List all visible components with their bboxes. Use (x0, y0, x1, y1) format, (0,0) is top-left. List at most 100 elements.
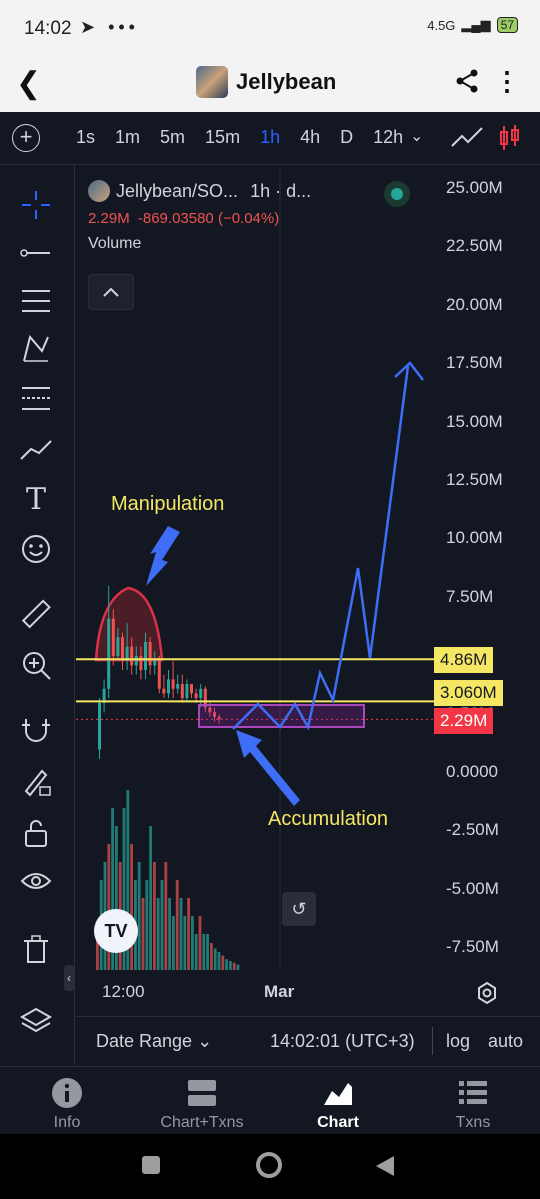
add-indicator-button[interactable]: + (12, 124, 40, 152)
interval-12h[interactable]: 12h (373, 127, 403, 148)
accumulation-arrow (236, 730, 300, 806)
candle-body (176, 684, 180, 689)
zoom-in-icon[interactable] (18, 647, 54, 683)
volume-bar (206, 934, 209, 970)
date-range-button[interactable]: Date Range ⌄ (96, 1031, 212, 1052)
volume-bar (202, 934, 206, 970)
nav-info[interactable]: Info (7, 1077, 127, 1132)
trash-icon[interactable] (18, 931, 54, 967)
recents-icon[interactable] (142, 1156, 160, 1174)
interval-1s[interactable]: 1s (76, 127, 95, 148)
nav-txns-label: Txns (455, 1114, 491, 1131)
drawing-toolbar: T ‹ (0, 165, 75, 1065)
candle-body (116, 637, 120, 656)
app-bar: ❮ Jellybean ⋮ (0, 56, 540, 112)
last-price: 2.29M (88, 210, 130, 227)
market-status-icon (384, 181, 410, 207)
price-tag-support: 3.060M (434, 680, 503, 706)
candle-body (134, 656, 138, 666)
divider (432, 1027, 433, 1055)
interval-D[interactable]: D (340, 127, 353, 148)
notification-icons: ➤ ••• (80, 17, 139, 37)
nav-chart[interactable]: Chart (278, 1077, 398, 1132)
volume-bar (210, 943, 213, 970)
price-tag-last: 2.29M (434, 708, 494, 734)
candle-body (190, 684, 193, 694)
unlock-icon[interactable] (18, 815, 54, 851)
more-menu-icon[interactable]: ⋮ (494, 66, 520, 97)
home-icon[interactable] (256, 1152, 282, 1178)
ruler-icon[interactable] (18, 597, 54, 633)
fib-icon[interactable] (18, 381, 54, 417)
interval-1m[interactable]: 1m (115, 127, 140, 148)
volume-bar (187, 898, 190, 970)
candle-body (107, 618, 111, 689)
back-nav-icon[interactable] (374, 1154, 396, 1178)
y-tick-label: 10.00M (446, 528, 503, 548)
interval-5m[interactable]: 5m (160, 127, 185, 148)
interval-4h[interactable]: 4h (300, 127, 320, 148)
y-tick-label: 22.50M (446, 236, 503, 256)
nav-chart-txns[interactable]: Chart+Txns (142, 1077, 262, 1132)
candle-body (185, 684, 189, 699)
prediction-icon[interactable] (18, 431, 54, 467)
candle-body (167, 679, 170, 694)
page-title: Jellybean (236, 69, 337, 94)
price-change: -869.03580 (−0.04%) (137, 210, 280, 227)
candle-body (139, 656, 143, 671)
y-tick-label: 12.50M (446, 470, 503, 489)
back-button[interactable]: ❮ (16, 66, 41, 101)
line-chart-icon[interactable] (450, 126, 484, 150)
volume-bar (164, 862, 168, 970)
emoji-icon[interactable] (18, 531, 54, 567)
volume-bar (225, 959, 228, 970)
nav-txns[interactable]: Txns (413, 1077, 533, 1132)
pattern-icon[interactable] (18, 331, 54, 367)
share-icon[interactable] (454, 68, 480, 94)
collapse-sidebar-button[interactable]: ‹ (64, 965, 74, 991)
volume-bar (183, 916, 187, 970)
candles-icon[interactable] (498, 124, 522, 152)
chevron-down-icon: ⌄ (197, 1031, 213, 1051)
layers-icon[interactable] (18, 1003, 54, 1039)
volume-bar (232, 962, 236, 970)
interval-15m[interactable]: 15m (205, 127, 240, 148)
volume-bar (137, 862, 141, 970)
y-tick-label: 17.50M (446, 353, 503, 373)
log-scale-toggle[interactable]: log (446, 1031, 470, 1052)
volume-bar (153, 862, 156, 970)
candle-body (148, 641, 152, 666)
signal-icon: ▂▄▆ (461, 17, 491, 32)
parallel-lines-icon[interactable] (18, 283, 54, 319)
reset-chart-icon[interactable]: ↺ (282, 892, 316, 926)
annotation-accumulation[interactable]: Accumulation (268, 808, 388, 831)
eye-icon[interactable] (18, 863, 54, 899)
date-range-label: Date Range (96, 1031, 193, 1051)
chart-toolbar: + 1s 1m 5m 15m 1h 4h D 12h ⌄ (0, 112, 540, 165)
clock-timezone[interactable]: 14:02:01 (UTC+3) (270, 1031, 415, 1052)
y-tick-label: 25.00M (446, 178, 503, 197)
candle-body (130, 646, 134, 666)
settings-icon[interactable] (476, 982, 498, 1004)
crosshair-icon[interactable] (18, 187, 54, 223)
collapse-legend-button[interactable] (88, 274, 134, 310)
token-avatar (196, 66, 228, 98)
symbol-name[interactable]: Jellybean/SO... (116, 181, 238, 202)
trend-line-icon[interactable] (18, 235, 54, 271)
candle-body (194, 693, 198, 699)
text-icon[interactable]: T (18, 481, 54, 517)
volume-bar (191, 916, 194, 970)
interval-dropdown-icon[interactable]: ⌄ (410, 126, 423, 146)
time-label-noon: 12:00 (102, 982, 145, 1001)
auto-scale-toggle[interactable]: auto (488, 1031, 523, 1052)
lock-drawing-icon[interactable] (18, 763, 54, 799)
interval-1h[interactable]: 1h (260, 127, 280, 148)
tradingview-logo[interactable]: TV (94, 909, 138, 953)
nav-chart-txns-label: Chart+Txns (160, 1114, 244, 1131)
list-icon (459, 1081, 487, 1104)
nav-info-label: Info (53, 1114, 81, 1131)
magnet-icon[interactable] (18, 713, 54, 749)
annotation-manipulation[interactable]: Manipulation (111, 493, 224, 516)
y-tick-label: -2.50M (446, 820, 499, 840)
status-bar: 14:02 ➤ ••• 4.5G ▂▄▆ 57 (0, 0, 540, 56)
